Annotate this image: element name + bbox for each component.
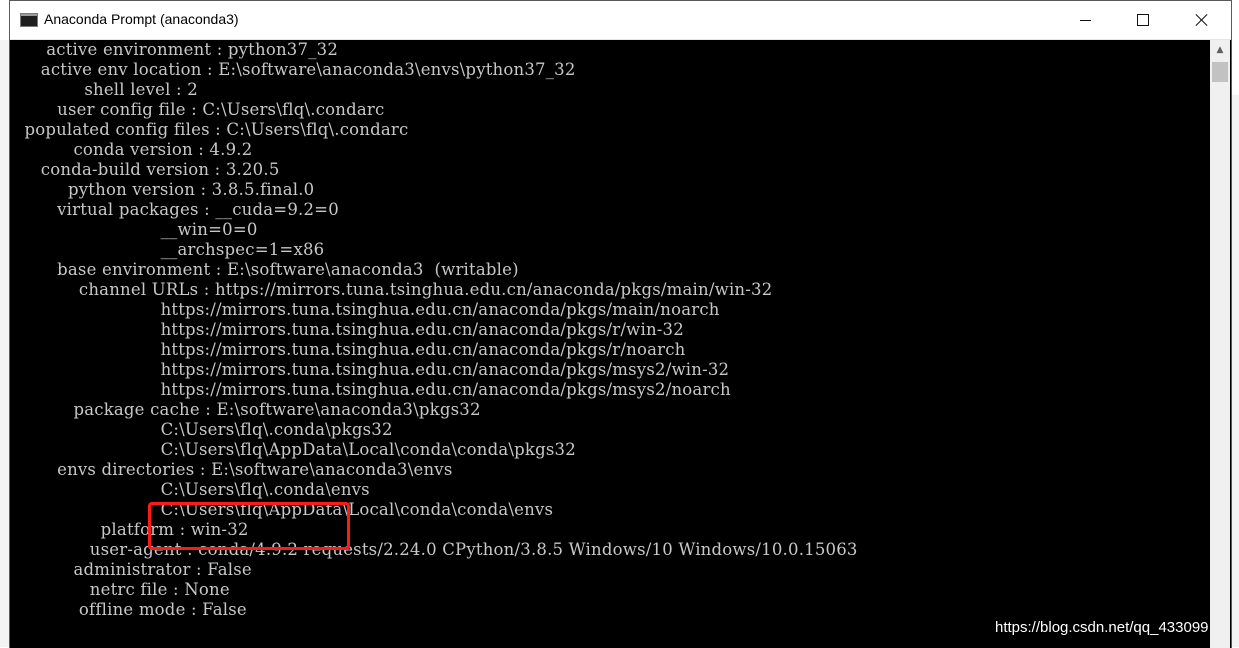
scroll-up-arrow-icon[interactable]: ▲ [1210, 40, 1230, 60]
console-line: conda-build version : 3.20.5 [19, 160, 280, 179]
console-line: https://mirrors.tuna.tsinghua.edu.cn/ana… [19, 300, 720, 319]
console-line: __archspec=1=x86 [19, 240, 325, 259]
vertical-scrollbar[interactable]: ▲ [1210, 40, 1230, 648]
console-line: base environment : E:\software\anaconda3… [19, 260, 519, 279]
console-icon [20, 13, 38, 27]
console-line: active environment : python37_32 [19, 40, 339, 59]
title-bar[interactable]: Anaconda Prompt (anaconda3) [10, 1, 1231, 40]
console-line: https://mirrors.tuna.tsinghua.edu.cn/ana… [19, 320, 684, 339]
console-line: https://mirrors.tuna.tsinghua.edu.cn/ana… [19, 360, 730, 379]
console-line: C:\Users\flq\.conda\envs [19, 480, 370, 499]
console-line: user-agent : conda/4.9.2 requests/2.24.0… [19, 540, 858, 559]
console-line: envs directories : E:\software\anaconda3… [19, 460, 453, 479]
console-line: C:\Users\flq\AppData\Local\conda\conda\e… [19, 500, 554, 519]
console-line: shell level : 2 [19, 80, 198, 99]
minimize-button[interactable] [1056, 1, 1114, 39]
watermark: https://blog.csdn.net/qq_433099 [995, 619, 1209, 636]
maximize-button[interactable] [1114, 1, 1172, 39]
console-window: Anaconda Prompt (anaconda3) active envir… [9, 0, 1232, 648]
console-line: active env location : E:\software\anacon… [19, 60, 576, 79]
console-line: python version : 3.8.5.final.0 [19, 180, 315, 199]
close-button[interactable] [1173, 1, 1231, 39]
console-line: offline mode : False [19, 600, 247, 619]
console-line: populated config files : C:\Users\flq\.c… [19, 120, 409, 139]
console-line: __win=0=0 [19, 220, 258, 239]
console-line: user config file : C:\Users\flq\.condarc [19, 100, 385, 119]
console-line: netrc file : None [19, 580, 230, 599]
console-output[interactable]: active environment : python37_32 active … [10, 40, 1210, 648]
console-line: C:\Users\flq\.conda\pkgs32 [19, 420, 393, 439]
console-line: virtual packages : __cuda=9.2=0 [19, 200, 339, 219]
minimize-icon [1079, 19, 1091, 21]
console-line: C:\Users\flq\AppData\Local\conda\conda\p… [19, 440, 576, 459]
window-title: Anaconda Prompt (anaconda3) [44, 11, 239, 27]
console-text: active environment : python37_32 active … [19, 40, 858, 620]
console-line: conda version : 4.9.2 [19, 140, 253, 159]
maximize-icon [1137, 14, 1149, 26]
scroll-thumb[interactable] [1212, 62, 1228, 82]
console-line: platform : win-32 [19, 520, 249, 539]
console-line: administrator : False [19, 560, 252, 579]
console-line: https://mirrors.tuna.tsinghua.edu.cn/ana… [19, 380, 731, 399]
console-line: package cache : E:\software\anaconda3\pk… [19, 400, 481, 419]
close-icon [1195, 13, 1209, 27]
console-line: channel URLs : https://mirrors.tuna.tsin… [19, 280, 773, 299]
console-line: https://mirrors.tuna.tsinghua.edu.cn/ana… [19, 340, 686, 359]
